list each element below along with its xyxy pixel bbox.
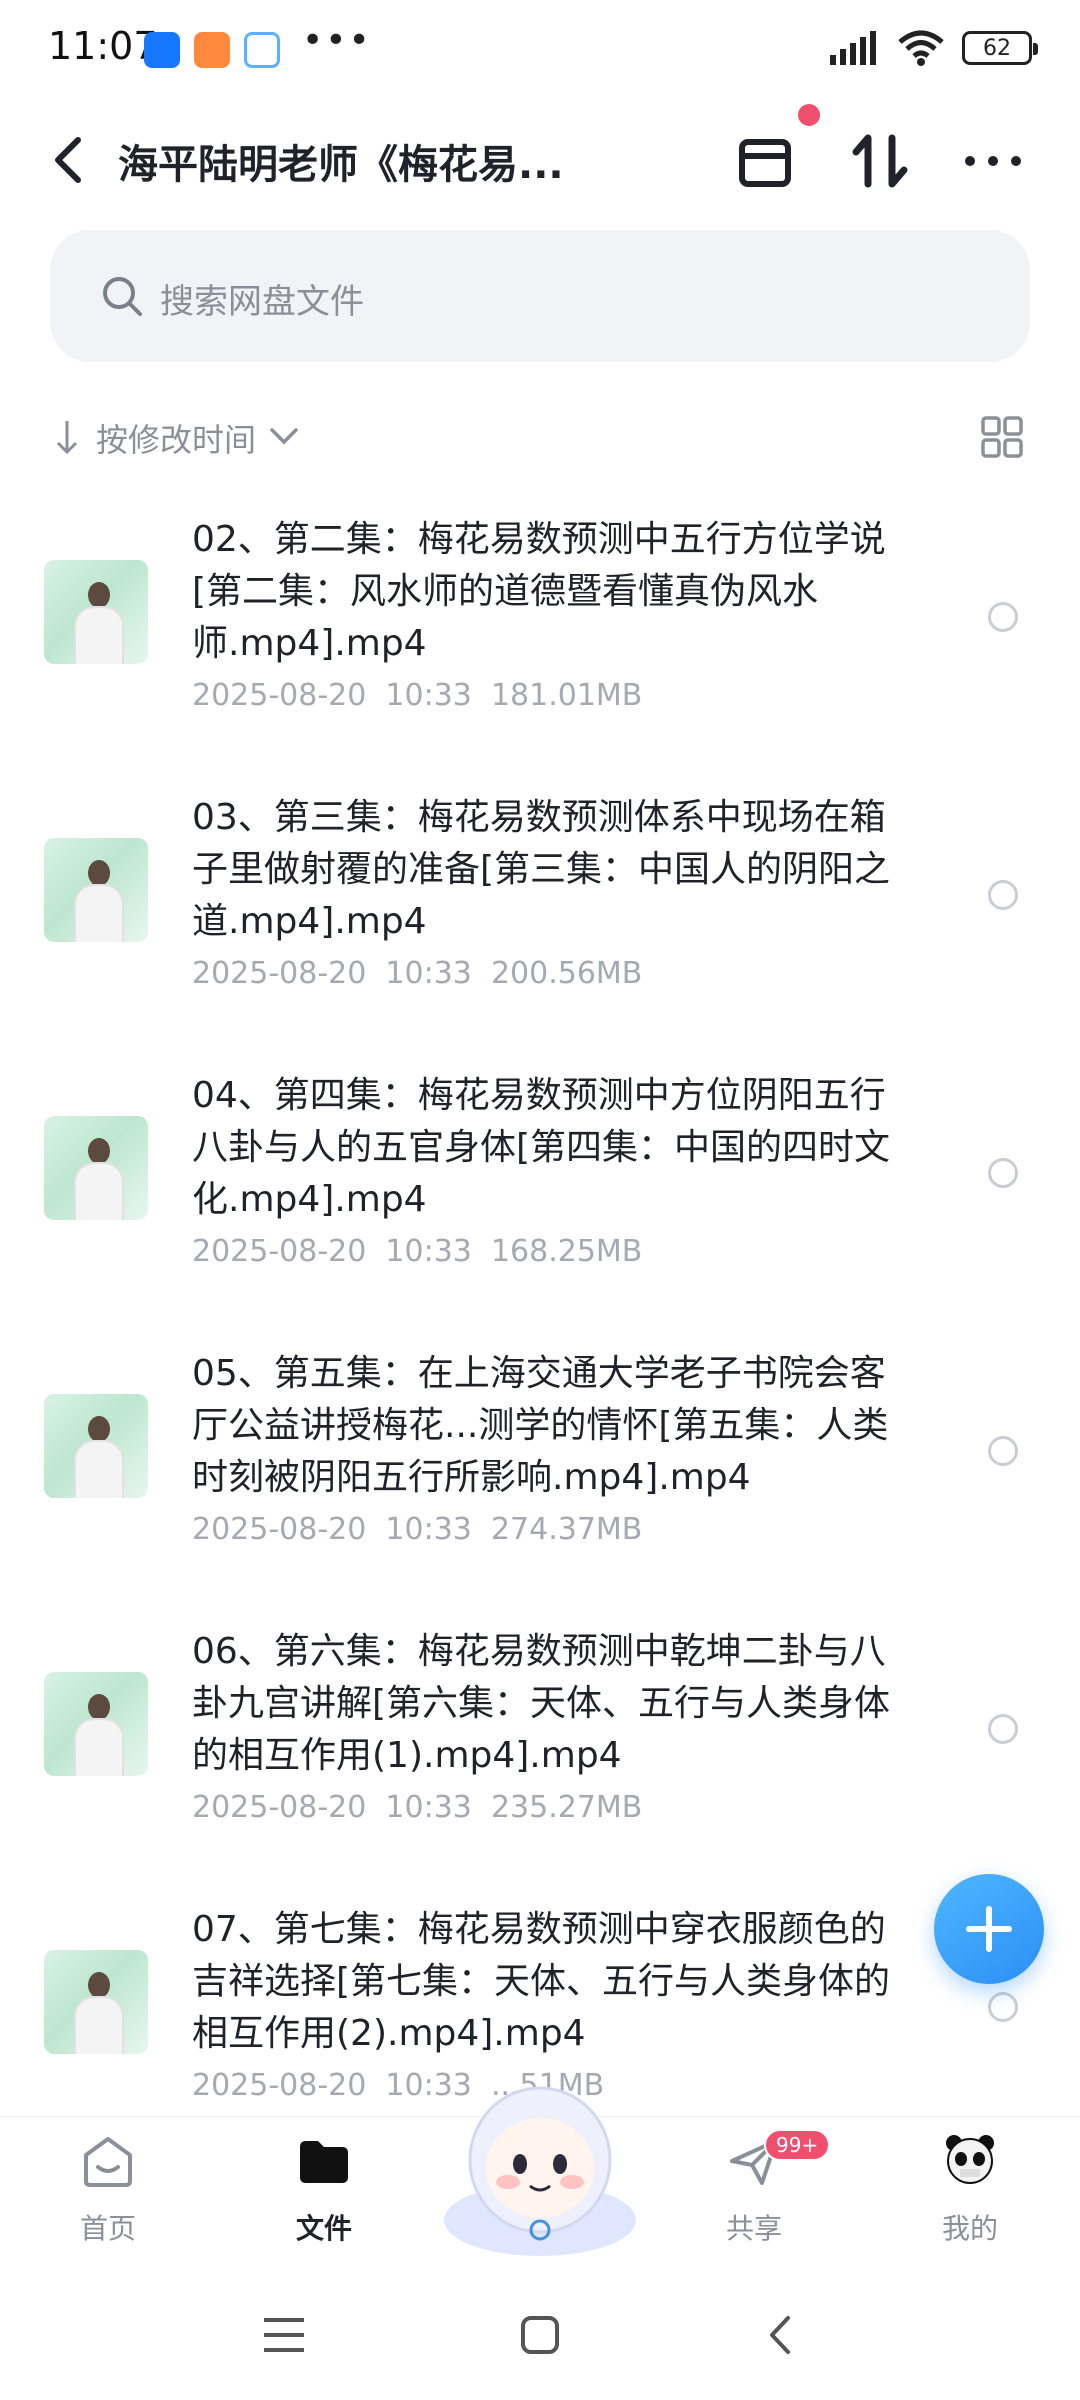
folder-title: 海平陆明老师《梅花易... [118,142,564,188]
sort-label[interactable]: 按修改时间 [96,415,256,461]
select-radio[interactable] [988,1714,1018,1744]
video-thumbnail [44,1394,148,1498]
folder-icon [300,2141,348,2183]
alipay-icon [144,32,180,68]
sort-down-arrow-icon [56,421,78,455]
archive-box-icon[interactable] [730,126,800,196]
nav-home-label: 首页 [79,2212,136,2245]
file-name: 06、第六集：梅花易数预测中乾坤二卦与八卦九宫讲解[第六集：天体、五行与人类身体… [192,1631,891,1776]
search-icon [103,277,142,316]
more-notifications-icon: ••• [302,20,372,61]
more-icon[interactable] [958,126,1028,196]
home-icon [84,2137,132,2187]
nav-mine[interactable]: 我的 [900,2131,1040,2261]
sort-bar: 按修改时间 [0,405,1080,465]
video-thumbnail [44,838,148,942]
sort-updown-icon[interactable] [846,126,916,196]
chevron-down-icon[interactable] [268,421,300,451]
file-meta: 2025-08-20 10:33 168.25MB [192,1234,643,1269]
nav-files-label: 文件 [295,2212,352,2245]
top-bar: 海平陆明老师《梅花易... [0,110,1080,210]
signal-icon [830,31,876,65]
cloud-app-icon [244,32,280,68]
file-name: 04、第四集：梅花易数预测中方位阴阳五行八卦与人的五官身体[第四集：中国的四时文… [192,1075,891,1220]
status-time: 11:07 [48,24,158,68]
file-row[interactable]: 06、第六集：梅花易数预测中乾坤二卦与八卦九宫讲解[第六集：天体、五行与人类身体… [0,1612,1080,1890]
menu-icon[interactable] [254,2310,314,2360]
search-placeholder: 搜索网盘文件 [160,282,364,322]
file-row[interactable]: 03、第三集：梅花易数预测体系中现场在箱子里做射覆的准备[第三集：中国人的阴阳之… [0,778,1080,1056]
nav-mine-label: 我的 [941,2212,998,2245]
battery-icon: 62 [962,31,1038,65]
video-thumbnail [44,1672,148,1776]
back-icon[interactable] [44,130,94,190]
search-bar[interactable]: 搜索网盘文件 [50,230,1030,362]
file-row[interactable]: 05、第五集：在上海交通大学老子书院会客厅公益讲授梅花...测学的情怀[第五集：… [0,1334,1080,1612]
file-meta: 2025-08-20 10:33 235.27MB [192,1790,643,1825]
file-name: 02、第二集：梅花易数预测中五行方位学说[第二集：风水师的道德暨看懂真伪风水师.… [192,519,886,664]
system-back-icon[interactable] [752,2310,812,2360]
select-radio[interactable] [988,1436,1018,1466]
file-list: 02、第二集：梅花易数预测中五行方位学说[第二集：风水师的道德暨看懂真伪风水师.… [0,500,1080,2168]
status-bar: 11:07 ••• 62 [0,0,1080,100]
notification-dot [798,104,820,126]
file-name: 07、第七集：梅花易数预测中穿衣服颜色的吉祥选择[第七集：天体、五行与人类身体的… [192,1909,891,2054]
video-thumbnail [44,560,148,664]
file-meta: 2025-08-20 10:33 200.56MB [192,956,643,991]
select-radio[interactable] [988,1992,1018,2022]
video-thumbnail [44,1116,148,1220]
file-meta: 2025-08-20 10:33 274.37MB [192,1512,643,1547]
file-name: 03、第三集：梅花易数预测体系中现场在箱子里做射覆的准备[第三集：中国人的阴阳之… [192,797,891,942]
home-square-icon[interactable] [510,2310,570,2360]
nav-share[interactable]: 99+ 共享 [684,2129,831,2261]
nav-files[interactable]: 文件 [254,2131,394,2261]
video-thumbnail [44,1950,148,2054]
system-navigation [0,2270,1080,2400]
nav-home[interactable]: 首页 [38,2131,178,2261]
add-button[interactable] [934,1874,1044,1984]
file-meta: 2025-08-20 10:33 181.01MB [192,678,643,713]
select-radio[interactable] [988,880,1018,910]
file-row[interactable]: 02、第二集：梅花易数预测中五行方位学说[第二集：风水师的道德暨看懂真伪风水师.… [0,500,1080,778]
grid-view-icon[interactable] [980,415,1024,459]
panda-avatar-icon [946,2135,994,2184]
taobao-icon [194,32,230,68]
file-name: 05、第五集：在上海交通大学老子书院会客厅公益讲授梅花...测学的情怀[第五集：… [192,1353,889,1498]
share-badge: 99+ [764,2129,831,2161]
wifi-icon [898,30,944,66]
assistant-mascot-icon[interactable] [440,2070,640,2260]
file-row[interactable]: 04、第四集：梅花易数预测中方位阴阳五行八卦与人的五官身体[第四集：中国的四时文… [0,1056,1080,1334]
select-radio[interactable] [988,602,1018,632]
select-radio[interactable] [988,1158,1018,1188]
nav-share-label: 共享 [725,2212,782,2245]
